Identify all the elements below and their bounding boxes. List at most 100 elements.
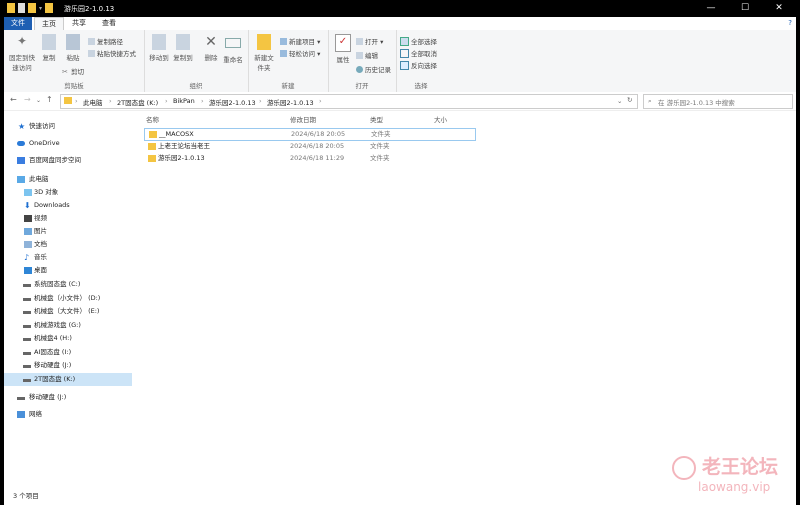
- window-title: 游乐园2-1.0.13: [64, 5, 115, 13]
- cube-icon: [24, 189, 32, 196]
- up-arrow-icon[interactable]: ↑: [46, 95, 53, 104]
- nav-quick-access[interactable]: ★ 快速访问: [4, 120, 132, 133]
- nav-documents[interactable]: 文档: [4, 238, 132, 251]
- new-folder-icon[interactable]: [28, 3, 36, 13]
- maximize-button[interactable]: ☐: [728, 0, 762, 17]
- nav-onedrive[interactable]: OneDrive: [4, 137, 132, 150]
- nav-removable-j[interactable]: 移动硬盘 (J:): [4, 391, 132, 404]
- chevron-right-icon[interactable]: ›: [109, 97, 112, 105]
- nav-3d-objects[interactable]: 3D 对象: [4, 186, 132, 199]
- chevron-right-icon[interactable]: ›: [201, 97, 204, 105]
- paste-shortcut-button[interactable]: 粘贴快捷方式: [88, 48, 136, 58]
- cloud-icon: [17, 141, 25, 146]
- nav-drive-d[interactable]: 机械盘（小文件） (D:): [4, 292, 132, 305]
- file-row[interactable]: 游乐园2-1.0.13 2024/6/18 11:29 文件夹: [144, 153, 474, 164]
- edit-button[interactable]: 编辑: [356, 50, 378, 60]
- close-button[interactable]: ✕: [762, 0, 796, 17]
- chevron-right-icon[interactable]: ›: [165, 97, 168, 105]
- nav-drive-e[interactable]: 机械盘（大文件） (E:): [4, 305, 132, 318]
- move-to-button[interactable]: 移动到: [148, 34, 170, 62]
- delete-button[interactable]: ✕ 删除: [200, 34, 222, 62]
- nav-music[interactable]: ♪ 音乐: [4, 251, 132, 264]
- chevron-right-icon[interactable]: ›: [259, 97, 262, 105]
- history-icon: [356, 65, 363, 73]
- nav-label: 机械游戏盘 (G:): [34, 321, 81, 329]
- nav-drive-h[interactable]: 机械盘4 (H:): [4, 332, 132, 345]
- cut-button[interactable]: ✂ 剪切: [62, 66, 84, 77]
- chevron-right-icon[interactable]: ›: [75, 97, 78, 105]
- chevron-right-icon[interactable]: ›: [319, 97, 322, 105]
- search-input[interactable]: ⌕ 在 游乐园2-1.0.13 中搜索: [643, 94, 793, 109]
- folder-icon: [148, 155, 156, 162]
- properties-button[interactable]: ✓ 属性: [332, 34, 354, 64]
- copy-button[interactable]: 复制: [38, 34, 60, 62]
- nav-desktop[interactable]: 桌面: [4, 264, 132, 277]
- file-date: 2024/6/18 20:05: [291, 130, 346, 138]
- nav-label: 图片: [34, 227, 47, 235]
- breadcrumb-item[interactable]: 此电脑: [83, 97, 103, 107]
- nav-drive-g[interactable]: 机械游戏盘 (G:): [4, 319, 132, 332]
- column-header-name[interactable]: 名称: [146, 114, 159, 124]
- history-button[interactable]: 历史记录: [356, 64, 391, 74]
- copy-to-icon: [176, 34, 190, 50]
- new-item-icon: [280, 37, 287, 45]
- tab-home[interactable]: 主页: [34, 17, 64, 31]
- tab-view[interactable]: 查看: [96, 17, 122, 30]
- move-to-label: 移动到: [149, 54, 169, 62]
- nav-drive-i[interactable]: AI固态盘 (I:): [4, 346, 132, 359]
- tab-file[interactable]: 文件: [4, 17, 32, 30]
- select-all-button[interactable]: 全部选择: [400, 36, 437, 46]
- group-label: 剪贴板: [64, 82, 84, 90]
- copy-icon: [42, 34, 56, 50]
- column-header-size[interactable]: 大小: [434, 114, 447, 124]
- nav-drive-c[interactable]: 系统固态盘 (C:): [4, 278, 132, 291]
- nav-baidu[interactable]: 百度网盘同步空间: [4, 154, 132, 167]
- address-bar[interactable]: › 此电脑 › 2T固态盘 (K:) › BikPan › 游乐园2-1.0.1…: [60, 94, 638, 109]
- column-header-type[interactable]: 类型: [370, 114, 383, 124]
- nav-drive-j[interactable]: 移动硬盘 (J:): [4, 359, 132, 372]
- nav-network[interactable]: 网络: [4, 408, 132, 421]
- select-all-icon: [400, 36, 409, 46]
- chevron-down-icon[interactable]: ⌄: [617, 97, 622, 105]
- copy-to-button[interactable]: 复制到: [172, 34, 194, 62]
- refresh-icon[interactable]: ↻: [627, 96, 632, 104]
- nav-downloads[interactable]: ⬇ Downloads: [4, 199, 132, 212]
- easy-access-button[interactable]: 轻松访问 ▾: [280, 48, 320, 58]
- nav-label: OneDrive: [29, 139, 60, 147]
- chevron-down-icon[interactable]: ▾: [39, 5, 42, 12]
- properties-icon[interactable]: [18, 3, 25, 13]
- paste-button[interactable]: 粘贴: [62, 34, 84, 62]
- new-folder-button[interactable]: 新建文件夹: [252, 34, 276, 72]
- file-row[interactable]: __MACOSX 2024/6/18 20:05 文件夹: [144, 128, 476, 141]
- nav-label: 移动硬盘 (J:): [34, 361, 72, 369]
- open-icon: [356, 37, 363, 45]
- nav-drive-k[interactable]: 2T固态盘 (K:): [4, 373, 132, 386]
- copy-path-button[interactable]: 复制路径: [88, 36, 123, 46]
- select-none-label: 全部取消: [411, 50, 437, 58]
- new-item-button[interactable]: 新建项目 ▾: [280, 36, 320, 46]
- nav-label: 机械盘（大文件） (E:): [34, 307, 100, 315]
- nav-this-pc[interactable]: 此电脑: [4, 173, 132, 186]
- tab-share[interactable]: 共享: [66, 17, 92, 30]
- move-to-icon: [152, 34, 166, 50]
- column-header-date[interactable]: 修改日期: [290, 114, 316, 124]
- file-list: 名称 修改日期 类型 大小 __MACOSX 2024/6/18 20:05 文…: [140, 112, 790, 487]
- nav-pictures[interactable]: 图片: [4, 225, 132, 238]
- pin-button[interactable]: ✦ 固定到快速访问: [7, 34, 37, 72]
- back-arrow-icon[interactable]: ←: [10, 95, 17, 104]
- breadcrumb-item[interactable]: BikPan: [173, 97, 195, 105]
- minimize-button[interactable]: —: [694, 0, 728, 17]
- open-button[interactable]: 打开 ▾: [356, 36, 383, 46]
- breadcrumb-item[interactable]: 2T固态盘 (K:): [117, 97, 158, 107]
- chevron-down-icon[interactable]: ⌄: [36, 97, 41, 104]
- breadcrumb-item[interactable]: 游乐园2-1.0.13: [209, 97, 256, 107]
- help-icon[interactable]: ?: [788, 19, 792, 27]
- rename-button[interactable]: 重命名: [222, 34, 244, 64]
- file-row[interactable]: 上老王论坛当老王 2024/6/18 20:05 文件夹: [144, 141, 474, 152]
- forward-arrow-icon[interactable]: →: [24, 95, 31, 104]
- breadcrumb-item[interactable]: 游乐园2-1.0.13: [267, 97, 314, 107]
- drive-icon: [23, 311, 31, 314]
- nav-videos[interactable]: 视频: [4, 212, 132, 225]
- select-none-button[interactable]: 全部取消: [400, 48, 437, 58]
- invert-selection-button[interactable]: 反向选择: [400, 60, 437, 70]
